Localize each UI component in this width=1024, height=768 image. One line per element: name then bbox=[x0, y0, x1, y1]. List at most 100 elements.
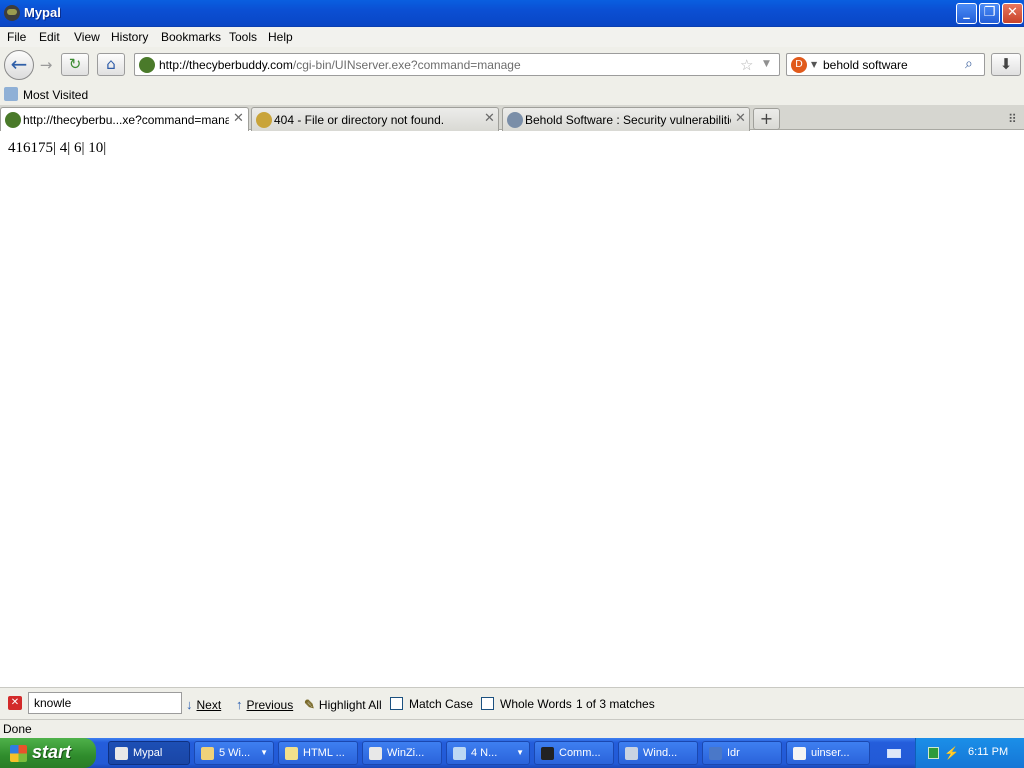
window-title: Mypal bbox=[24, 5, 61, 20]
globe-icon bbox=[507, 112, 523, 128]
taskbar-item-uinserver[interactable]: uinser... bbox=[786, 741, 870, 765]
find-previous-button[interactable]: ↑ Previous bbox=[236, 697, 293, 712]
tab-404[interactable]: 404 - File or directory not found. ✕ bbox=[251, 107, 499, 131]
menu-tools[interactable]: Tools bbox=[229, 30, 257, 44]
taskbar-item-html[interactable]: HTML ... bbox=[278, 741, 358, 765]
idr-icon bbox=[709, 747, 722, 760]
forward-button[interactable]: → bbox=[36, 56, 56, 74]
status-bar: Done bbox=[0, 719, 1024, 738]
home-button[interactable]: ⌂ bbox=[97, 53, 125, 76]
menu-bookmarks[interactable]: Bookmarks bbox=[161, 30, 221, 44]
notepad-icon bbox=[453, 747, 466, 760]
menu-bar: File Edit View History Bookmarks Tools H… bbox=[0, 27, 1024, 47]
window-icon bbox=[369, 747, 382, 760]
tab-manage[interactable]: http://thecyberbu...xe?command=manage ✕ bbox=[0, 107, 249, 132]
taskbar-item-windows-group[interactable]: 5 Wi... ▼ bbox=[194, 741, 274, 765]
taskbar-item-label: Idr bbox=[727, 747, 740, 759]
find-match-status: 1 of 3 matches bbox=[576, 697, 655, 711]
find-next-button[interactable]: ↓ Next bbox=[186, 697, 221, 712]
url-history-dropdown-icon[interactable]: ▼ bbox=[763, 59, 770, 69]
reload-button[interactable]: ↻ bbox=[61, 53, 89, 76]
menu-help[interactable]: Help bbox=[268, 30, 293, 44]
forward-arrow-icon: → bbox=[39, 56, 53, 74]
taskbar-item-windows[interactable]: Wind... bbox=[618, 741, 698, 765]
taskbar-item-idr[interactable]: Idr bbox=[702, 741, 782, 765]
engine-dropdown-icon[interactable]: ▼ bbox=[811, 60, 817, 69]
reload-icon: ↻ bbox=[68, 55, 82, 73]
download-arrow-icon: ⬇ bbox=[999, 55, 1013, 73]
taskbar-item-mypal[interactable]: Mypal bbox=[108, 741, 190, 765]
tab-close-icon[interactable]: ✕ bbox=[233, 111, 244, 126]
home-icon: ⌂ bbox=[106, 55, 116, 73]
tab-title: Behold Software : Security vulnerabiliti… bbox=[525, 113, 731, 127]
find-bar: ✕ knowle ↓ Next ↑ Previous ✎ Highlight All … bbox=[0, 687, 1024, 719]
folder-icon bbox=[201, 747, 214, 760]
close-button[interactable]: ✕ bbox=[1002, 3, 1023, 24]
match-case-checkbox[interactable]: Match Case bbox=[390, 697, 473, 711]
site-identity-icon[interactable] bbox=[139, 57, 155, 73]
match-case-label: Match Case bbox=[409, 697, 474, 711]
highlight-all-label: Highlight All bbox=[318, 698, 382, 712]
tab-behold-software[interactable]: Behold Software : Security vulnerabiliti… bbox=[502, 107, 750, 131]
find-close-button[interactable]: ✕ bbox=[8, 696, 22, 710]
page-body-text: 416175| 4| 6| 10| bbox=[8, 140, 107, 156]
tray-app-icon[interactable] bbox=[928, 747, 939, 759]
clock[interactable]: 6:11 PM bbox=[968, 746, 1008, 758]
mypal-app-icon[interactable] bbox=[4, 5, 20, 21]
url-text[interactable]: http://thecyberbuddy.com/cgi-bin/UINserv… bbox=[159, 58, 521, 72]
group-dropdown-icon: ▼ bbox=[260, 748, 268, 757]
taskbar-item-notepad-group[interactable]: 4 N... ▼ bbox=[446, 741, 530, 765]
tab-title: 404 - File or directory not found. bbox=[274, 113, 445, 127]
start-button[interactable]: start bbox=[0, 738, 96, 768]
down-arrow-icon: ↓ bbox=[186, 697, 193, 712]
taskbar-item-command-prompt[interactable]: Comm... bbox=[534, 741, 614, 765]
search-box[interactable]: D ▼ behold software ⌕ bbox=[786, 53, 985, 76]
url-path: /cgi-bin/UINserver.exe?command=manage bbox=[292, 58, 521, 72]
search-go-icon[interactable]: ⌕ bbox=[965, 56, 973, 72]
checkbox-box[interactable] bbox=[390, 697, 403, 710]
page-content: 416175| 4| 6| 10| bbox=[0, 131, 1024, 687]
start-label: start bbox=[32, 742, 72, 762]
find-next-label: Next bbox=[196, 698, 222, 712]
taskbar-item-winzip[interactable]: WinZi... bbox=[362, 741, 442, 765]
taskbar-item-label: 4 N... bbox=[471, 747, 498, 759]
whole-words-checkbox[interactable]: Whole Words bbox=[481, 697, 572, 711]
menu-history[interactable]: History bbox=[111, 30, 148, 44]
maximize-button[interactable]: ❐ bbox=[979, 3, 1000, 24]
taskbar-item-label: Mypal bbox=[133, 747, 163, 759]
highlighter-icon: ✎ bbox=[304, 697, 315, 712]
keyboard-language-icon[interactable] bbox=[887, 749, 901, 758]
downloads-button[interactable]: ⬇ bbox=[991, 53, 1021, 76]
back-button[interactable]: ← bbox=[4, 50, 34, 80]
menu-view[interactable]: View bbox=[74, 30, 100, 44]
whole-words-label: Whole Words bbox=[500, 697, 572, 711]
status-text: Done bbox=[3, 722, 32, 736]
menu-file[interactable]: File bbox=[7, 30, 26, 44]
highlight-all-button[interactable]: ✎ Highlight All bbox=[304, 697, 382, 713]
tab-favicon-icon bbox=[256, 112, 272, 128]
find-input[interactable]: knowle bbox=[28, 692, 182, 714]
search-query[interactable]: behold software bbox=[823, 58, 908, 72]
new-tab-button[interactable]: + bbox=[753, 108, 780, 130]
minimize-button[interactable]: _ bbox=[956, 3, 977, 24]
taskbar-item-label: WinZi... bbox=[387, 747, 425, 759]
bookmark-most-visited[interactable]: Most Visited bbox=[23, 88, 88, 102]
most-visited-icon bbox=[4, 87, 18, 101]
taskbar-item-label: 5 Wi... bbox=[219, 747, 251, 759]
menu-edit[interactable]: Edit bbox=[39, 30, 60, 44]
find-previous-label: Previous bbox=[246, 698, 294, 712]
checkbox-box[interactable] bbox=[481, 697, 494, 710]
tab-close-icon[interactable]: ✕ bbox=[735, 111, 746, 126]
tab-strip: http://thecyberbu...xe?command=manage ✕ … bbox=[0, 105, 1024, 132]
taskbar-item-label: Comm... bbox=[559, 747, 601, 759]
tab-close-icon[interactable]: ✕ bbox=[484, 111, 495, 126]
taskbar: start Mypal 5 Wi... ▼ HTML ... WinZi... … bbox=[0, 738, 1024, 768]
tab-title: http://thecyberbu...xe?command=manage bbox=[23, 113, 229, 127]
url-bar[interactable]: http://thecyberbuddy.com/cgi-bin/UINserv… bbox=[134, 53, 780, 76]
computer-icon bbox=[625, 747, 638, 760]
search-engine-icon[interactable]: D bbox=[791, 57, 807, 73]
list-all-tabs-icon[interactable]: ⠿ bbox=[1008, 112, 1017, 126]
mypal-icon bbox=[115, 747, 128, 760]
network-icon[interactable]: ⚡ bbox=[944, 746, 959, 760]
bookmark-star-icon[interactable]: ☆ bbox=[740, 56, 753, 74]
